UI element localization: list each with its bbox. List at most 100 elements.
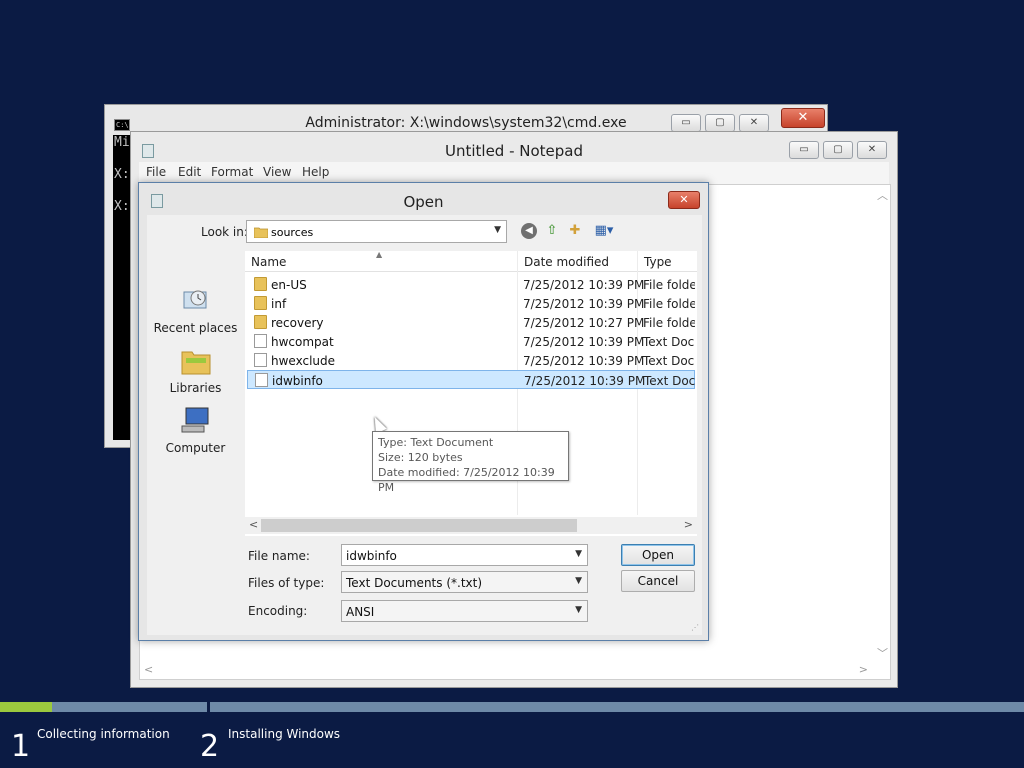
encoding-select[interactable]: ANSI ▼ <box>341 600 588 622</box>
open-dialog[interactable]: Open ✕ Look in: sources ▼ ◀ ⇧ ✚ ▦▾ Recen… <box>138 182 709 641</box>
file-type: File folder <box>643 297 695 311</box>
notepad-maximize-button[interactable]: ▢ <box>823 141 853 159</box>
notepad-window-title: Untitled - Notepad <box>444 142 584 160</box>
file-name-value: idwbinfo <box>346 549 397 563</box>
computer-icon <box>181 407 209 433</box>
file-list[interactable]: ▲ Name Date modified Type en-US 7/25/201… <box>245 250 697 536</box>
encoding-value: ANSI <box>346 605 375 619</box>
scroll-left-icon[interactable]: < <box>144 663 153 676</box>
scroll-left-icon[interactable]: < <box>249 518 258 531</box>
column-header-name[interactable]: Name <box>251 255 286 269</box>
tooltip-size: Size: 120 bytes <box>378 451 463 464</box>
cmd-close-inner-button[interactable]: ✕ <box>739 114 769 132</box>
scroll-down-icon[interactable]: ﹀ <box>877 645 888 661</box>
file-name: en-US <box>271 278 307 292</box>
file-type: File folder <box>643 316 695 330</box>
file-date: 7/25/2012 10:27 PM <box>523 316 645 330</box>
libraries-icon <box>181 351 211 375</box>
place-libraries[interactable]: Libraries <box>147 346 244 401</box>
text-document-icon <box>254 353 267 367</box>
view-menu-icon[interactable]: ▦▾ <box>591 223 617 239</box>
look-in-combobox[interactable]: sources ▼ <box>246 220 507 243</box>
step-label-collecting-information: Collecting information <box>37 727 170 741</box>
file-row-recovery[interactable]: recovery 7/25/2012 10:27 PM File folder <box>247 313 695 332</box>
scroll-up-icon[interactable]: ︿ <box>877 187 888 203</box>
step-number: 2 <box>200 729 220 764</box>
chevron-down-icon[interactable]: ▼ <box>575 576 582 586</box>
step-number: 1 <box>11 729 31 764</box>
setup-progress-bar <box>0 702 1024 712</box>
files-of-type-select[interactable]: Text Documents (*.txt) ▼ <box>341 571 588 593</box>
folder-icon <box>254 296 267 310</box>
place-label: Computer <box>165 441 226 455</box>
cancel-button[interactable]: Cancel <box>621 570 695 592</box>
file-name: hwcompat <box>271 335 334 349</box>
column-header-type[interactable]: Type <box>644 255 672 269</box>
file-list-horizontal-scrollbar[interactable]: < > <box>245 517 697 534</box>
scroll-right-icon[interactable]: > <box>684 518 693 531</box>
folder-icon <box>254 277 267 291</box>
cmd-minimize-button[interactable]: ▭ <box>671 114 701 132</box>
new-folder-icon[interactable]: ✚ <box>567 223 583 239</box>
menu-help[interactable]: Help <box>302 165 329 179</box>
dialog-client: Look in: sources ▼ ◀ ⇧ ✚ ▦▾ Recent place… <box>147 215 702 635</box>
menu-edit[interactable]: Edit <box>178 165 201 179</box>
cmd-maximize-button[interactable]: ▢ <box>705 114 735 132</box>
dialog-close-button[interactable]: ✕ <box>668 191 700 209</box>
place-computer[interactable]: Computer <box>147 406 244 461</box>
menu-format[interactable]: Format <box>211 165 253 179</box>
chevron-down-icon[interactable]: ▼ <box>575 605 582 615</box>
folder-icon <box>254 227 268 238</box>
tooltip-date: Date modified: 7/25/2012 10:39 PM <box>378 466 555 494</box>
scrollbar-thumb[interactable] <box>261 519 577 532</box>
look-in-label: Look in: <box>201 225 248 239</box>
tooltip-type: Type: Text Document <box>378 436 494 449</box>
file-row-en-us[interactable]: en-US 7/25/2012 10:39 PM File folder <box>247 275 695 294</box>
file-date: 7/25/2012 10:39 PM <box>523 354 645 368</box>
chevron-down-icon[interactable]: ▼ <box>494 225 501 235</box>
encoding-label: Encoding: <box>248 604 308 618</box>
file-row-hwexclude[interactable]: hwexclude 7/25/2012 10:39 PM Text Docume… <box>247 351 695 370</box>
recent-places-icon <box>183 290 207 309</box>
resize-grip-icon[interactable]: ⋰ <box>691 623 699 632</box>
text-document-icon <box>255 373 268 387</box>
cmd-close-button[interactable]: ✕ <box>781 108 825 128</box>
file-type: Text Document <box>643 354 695 368</box>
column-header-date-modified[interactable]: Date modified <box>524 255 609 269</box>
file-name: inf <box>271 297 287 311</box>
file-name: hwexclude <box>271 354 336 368</box>
file-list-header: ▲ Name Date modified Type <box>245 250 697 272</box>
file-name-input[interactable]: idwbinfo ▼ <box>341 544 588 566</box>
files-of-type-value: Text Documents (*.txt) <box>346 576 483 590</box>
notepad-vertical-scrollbar[interactable]: ︿ ﹀ <box>873 185 890 679</box>
file-date: 7/25/2012 10:39 PM <box>523 297 645 311</box>
place-label: Recent places <box>153 321 238 335</box>
notepad-horizontal-scrollbar[interactable]: < > <box>140 662 890 679</box>
file-name-label: File name: <box>248 549 310 563</box>
file-type: File folder <box>643 278 695 292</box>
step-label-installing-windows: Installing Windows <box>228 727 341 741</box>
notepad-menubar: File Edit Format View Help <box>139 162 889 184</box>
menu-view[interactable]: View <box>263 165 291 179</box>
menu-file[interactable]: File <box>146 165 166 179</box>
scroll-right-icon[interactable]: > <box>859 663 868 676</box>
notepad-close-button[interactable]: ✕ <box>857 141 887 159</box>
file-row-hwcompat[interactable]: hwcompat 7/25/2012 10:39 PM Text Documen… <box>247 332 695 351</box>
file-date: 7/25/2012 10:39 PM <box>524 374 646 388</box>
file-row-idwbinfo[interactable]: idwbinfo 7/25/2012 10:39 PM Text Documen… <box>247 370 696 389</box>
place-recent-places[interactable]: Recent places <box>147 286 244 341</box>
file-date: 7/25/2012 10:39 PM <box>523 278 645 292</box>
step2-progress-track <box>210 702 1024 712</box>
open-button[interactable]: Open <box>621 544 695 566</box>
text-document-icon <box>254 334 267 348</box>
notepad-minimize-button[interactable]: ▭ <box>789 141 819 159</box>
back-arrow-icon[interactable]: ◀ <box>521 223 537 239</box>
chevron-down-icon[interactable]: ▼ <box>575 549 582 559</box>
file-tooltip: Type: Text Document Size: 120 bytes Date… <box>372 431 569 494</box>
folder-icon <box>254 315 267 329</box>
file-row-inf[interactable]: inf 7/25/2012 10:39 PM File folder <box>247 294 695 313</box>
place-label: Libraries <box>169 381 222 395</box>
up-folder-icon[interactable]: ⇧ <box>544 223 560 239</box>
look-in-value: sources <box>271 226 314 239</box>
files-of-type-label: Files of type: <box>248 576 325 590</box>
